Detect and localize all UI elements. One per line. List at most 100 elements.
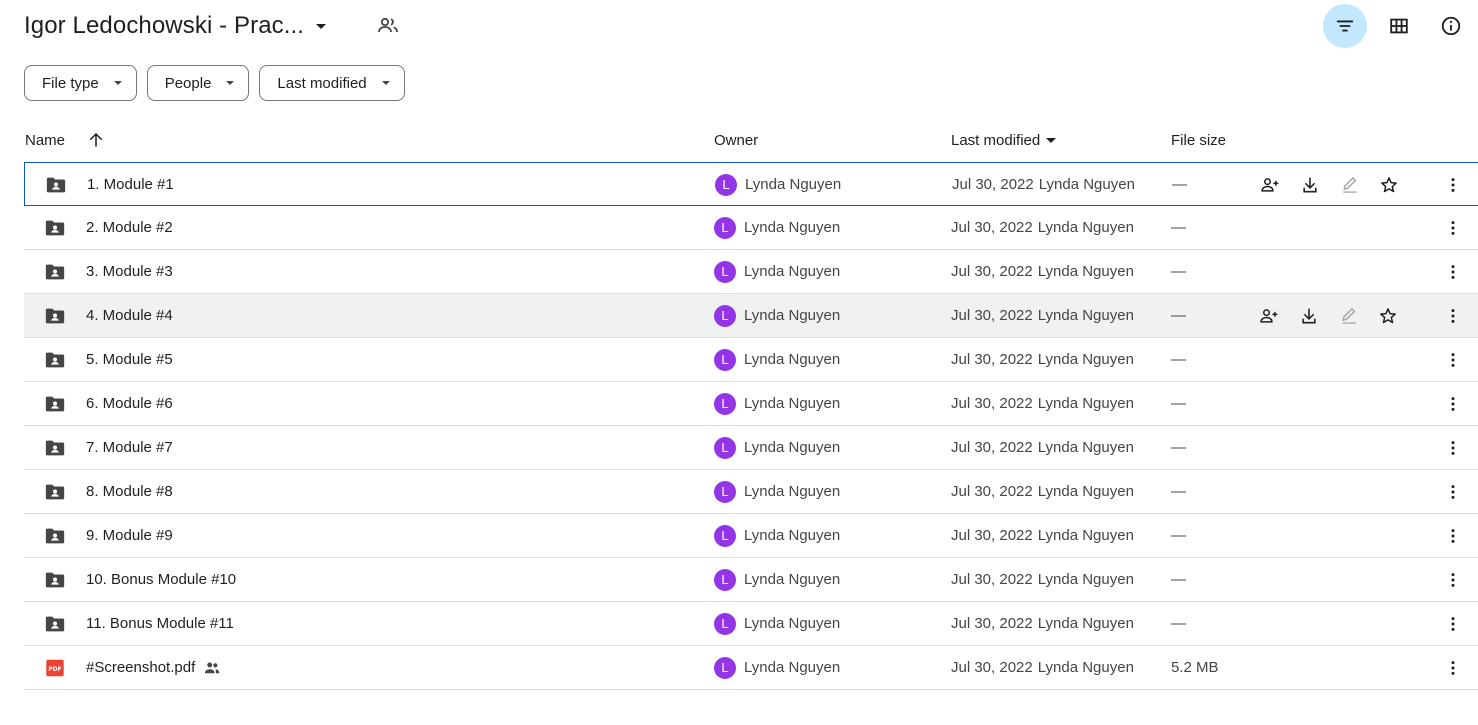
avatar[interactable]: L	[714, 524, 736, 547]
table-row[interactable]: 10. Bonus Module #10 L Lynda Nguyen Jul 30,…	[24, 558, 1478, 602]
owner-column-header[interactable]: Owner	[714, 118, 758, 162]
rename-icon[interactable]	[1338, 305, 1360, 327]
avatar[interactable]: L	[714, 568, 736, 591]
avatar[interactable]: L	[714, 216, 736, 239]
more-actions-icon[interactable]	[1442, 174, 1464, 196]
last-modified-cell: Jul 30, 2022 Lynda Nguyen	[951, 250, 1134, 293]
star-icon[interactable]	[1377, 305, 1399, 327]
chevron-down-icon	[113, 81, 122, 85]
table-row[interactable]: 8. Module #8 L Lynda Nguyen Jul 30, 2022 Lyn…	[24, 470, 1478, 514]
table-row[interactable]: PDF #Screenshot.pdf L Lynda Nguyen Jul 30, 2…	[24, 646, 1478, 690]
avatar[interactable]: L	[714, 348, 736, 371]
avatar[interactable]: L	[714, 480, 736, 503]
owner-cell: L Lynda Nguyen	[714, 558, 840, 601]
modified-date: Jul 30, 2022	[951, 483, 1033, 500]
owner-name: Lynda Nguyen	[744, 571, 841, 588]
avatar[interactable]: L	[714, 392, 736, 415]
more-actions-icon[interactable]	[1442, 657, 1464, 679]
file-name-cell[interactable]: 11. Bonus Module #11	[86, 602, 234, 645]
file-name-cell[interactable]: 10. Bonus Module #10	[86, 558, 236, 601]
last-modified-filter[interactable]: Last modified	[259, 65, 405, 101]
modified-by: Lynda Nguyen	[1037, 615, 1134, 632]
file-size: —	[1171, 571, 1186, 588]
shared-folder-icon	[44, 481, 66, 503]
modified-by: Lynda Nguyen	[1037, 219, 1134, 236]
file-size-cell: —	[1171, 426, 1186, 469]
filter-button[interactable]	[1323, 4, 1367, 48]
modified-by: Lynda Nguyen	[1037, 439, 1134, 456]
last-modified-column-header[interactable]: Last modified	[951, 118, 1057, 162]
file-name-cell[interactable]: 5. Module #5	[86, 338, 173, 381]
last-modified-cell: Jul 30, 2022 Lynda Nguyen	[951, 514, 1134, 557]
filter-icon	[1336, 20, 1354, 32]
more-actions-icon[interactable]	[1442, 261, 1464, 283]
rename-icon[interactable]	[1339, 174, 1361, 196]
modified-date: Jul 30, 2022	[951, 395, 1033, 412]
table-row[interactable]: 9. Module #9 L Lynda Nguyen Jul 30, 2022 Lyn…	[24, 514, 1478, 558]
more-actions-icon[interactable]	[1442, 349, 1464, 371]
modified-by: Lynda Nguyen	[1037, 351, 1134, 368]
last-modified-filter-label: Last modified	[277, 74, 367, 92]
chevron-down-icon	[226, 81, 235, 85]
last-modified-cell: Jul 30, 2022 Lynda Nguyen	[951, 602, 1134, 645]
more-actions-icon[interactable]	[1442, 393, 1464, 415]
file-name-cell[interactable]: 8. Module #8	[86, 470, 173, 513]
file-size: —	[1171, 615, 1186, 632]
star-icon[interactable]	[1378, 174, 1400, 196]
file-size-cell: —	[1171, 206, 1186, 249]
avatar[interactable]: L	[714, 656, 736, 679]
file-size: —	[1171, 351, 1186, 368]
table-row[interactable]: 2. Module #2 L Lynda Nguyen Jul 30, 2022 Lyn…	[24, 206, 1478, 250]
file-size: —	[1171, 219, 1186, 236]
table-row[interactable]: 11. Bonus Module #11 L Lynda Nguyen Jul 30,…	[24, 602, 1478, 646]
owner-name: Lynda Nguyen	[744, 439, 841, 456]
shared-folder-icon[interactable]	[376, 14, 400, 38]
more-actions-icon[interactable]	[1442, 437, 1464, 459]
modified-date: Jul 30, 2022	[951, 571, 1033, 588]
owner-cell: L Lynda Nguyen	[714, 338, 840, 381]
table-row[interactable]: 7. Module #7 L Lynda Nguyen Jul 30, 2022 Lyn…	[24, 426, 1478, 470]
share-icon[interactable]	[1258, 305, 1280, 327]
more-actions-icon[interactable]	[1442, 481, 1464, 503]
table-row[interactable]: 1. Module #1 L Lynda Nguyen Jul 30, 2022 Lyn…	[24, 162, 1478, 206]
grid-view-button[interactable]	[1377, 4, 1421, 48]
file-list: 1. Module #1 L Lynda Nguyen Jul 30, 2022 Lyn…	[24, 162, 1478, 690]
table-row[interactable]: 4. Module #4 L Lynda Nguyen Jul 30, 2022 Lyn…	[24, 294, 1478, 338]
owner-cell: L Lynda Nguyen	[714, 206, 840, 249]
table-row[interactable]: 3. Module #3 L Lynda Nguyen Jul 30, 2022 Lyn…	[24, 250, 1478, 294]
file-name-cell[interactable]: 2. Module #2	[86, 206, 173, 249]
file-type-filter[interactable]: File type	[24, 65, 137, 101]
table-row[interactable]: 5. Module #5 L Lynda Nguyen Jul 30, 2022 Lyn…	[24, 338, 1478, 382]
more-actions-icon[interactable]	[1442, 525, 1464, 547]
more-actions-icon[interactable]	[1442, 305, 1464, 327]
download-icon[interactable]	[1299, 174, 1321, 196]
file-type-filter-label: File type	[42, 74, 99, 92]
table-row[interactable]: 6. Module #6 L Lynda Nguyen Jul 30, 2022 Lyn…	[24, 382, 1478, 426]
avatar[interactable]: L	[714, 436, 736, 459]
modified-date: Jul 30, 2022	[951, 527, 1033, 544]
download-icon[interactable]	[1298, 305, 1320, 327]
info-button[interactable]	[1429, 4, 1473, 48]
more-actions-icon[interactable]	[1442, 613, 1464, 635]
file-name-cell[interactable]: 3. Module #3	[86, 250, 173, 293]
sort-ascending-icon[interactable]	[87, 131, 105, 149]
file-name-cell[interactable]: 7. Module #7	[86, 426, 173, 469]
more-actions-icon[interactable]	[1442, 569, 1464, 591]
share-icon[interactable]	[1259, 174, 1281, 196]
name-column-header[interactable]: Name	[25, 118, 105, 162]
file-name-cell[interactable]: #Screenshot.pdf	[86, 646, 221, 689]
shared-folder-icon	[44, 349, 66, 371]
file-name-cell[interactable]: 9. Module #9	[86, 514, 173, 557]
more-actions-icon[interactable]	[1442, 217, 1464, 239]
file-size-cell: —	[1171, 250, 1186, 293]
avatar[interactable]: L	[714, 260, 736, 283]
page-title: Igor Ledochowski - Prac...	[24, 12, 305, 39]
folder-title-menu[interactable]: Igor Ledochowski - Prac...	[24, 8, 327, 44]
avatar[interactable]: L	[714, 612, 736, 635]
shared-folder-icon	[44, 261, 66, 283]
info-icon	[1441, 16, 1461, 36]
people-filter[interactable]: People	[146, 65, 250, 101]
file-name: 10. Bonus Module #10	[86, 571, 237, 588]
file-name-cell[interactable]: 6. Module #6	[86, 382, 173, 425]
shared-folder-icon	[44, 613, 66, 635]
